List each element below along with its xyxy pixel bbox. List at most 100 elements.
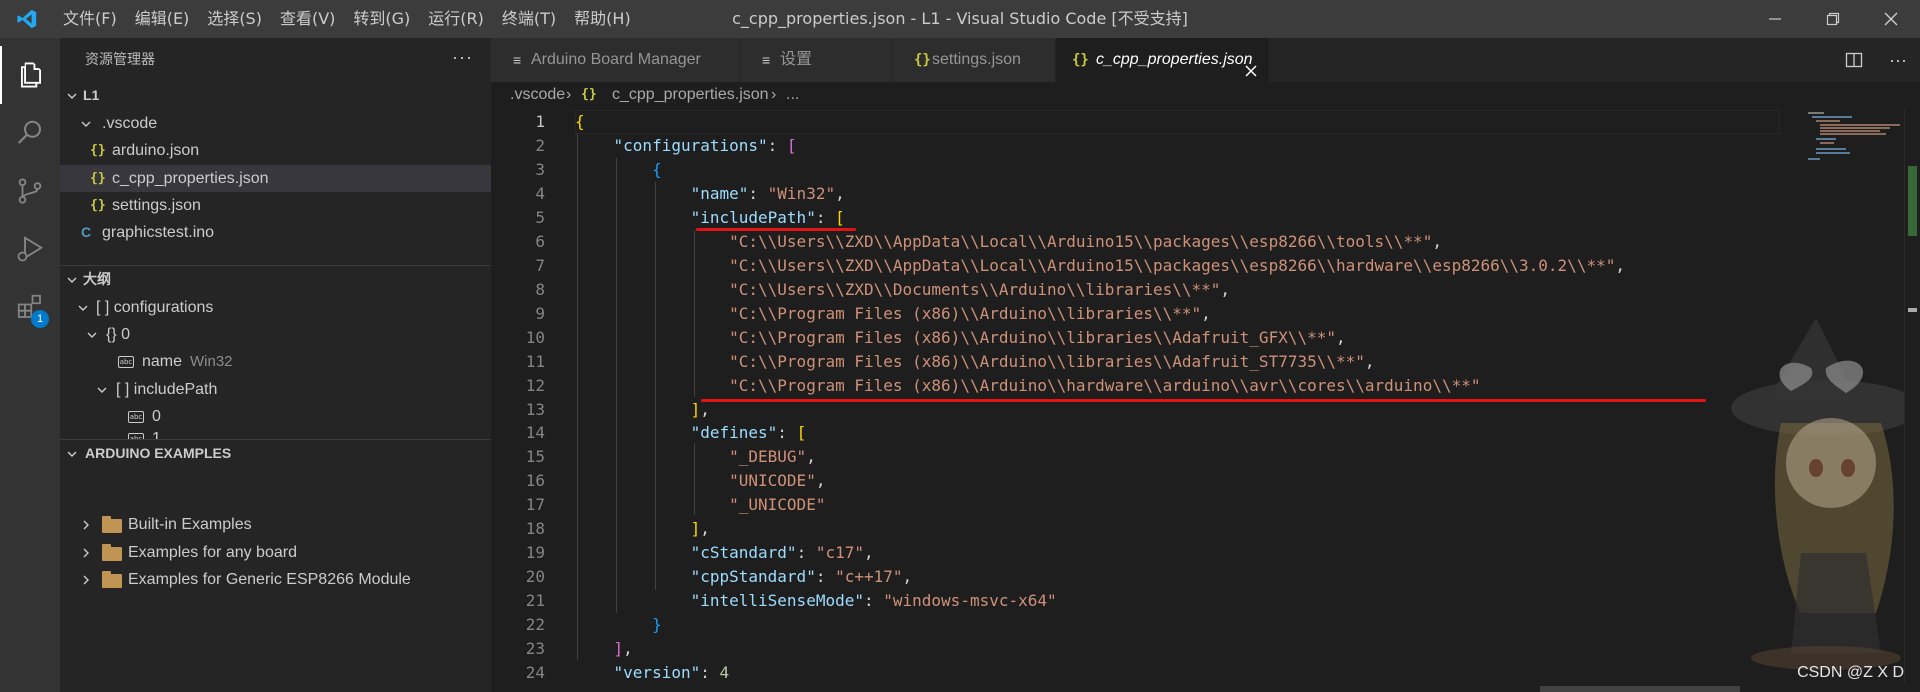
code-line: 23 ], (491, 637, 1791, 661)
ino-file-icon: C (81, 224, 92, 240)
line-number: 4 (535, 184, 545, 203)
tab-label: Arduino Board Manager (531, 51, 701, 68)
json-key: "version" (613, 663, 701, 682)
more-actions-button[interactable]: ··· (1876, 50, 1920, 71)
line-number: 6 (535, 232, 545, 251)
run-debug-icon (17, 236, 44, 262)
breadcrumb-file[interactable]: c_cpp_properties.json (612, 82, 769, 108)
outline-item-path-1[interactable]: abc 1 (60, 430, 491, 439)
menu-run[interactable]: 运行(R) (419, 0, 493, 38)
outline-item-name[interactable]: abc name Win32 (60, 348, 491, 375)
file-settings-json[interactable]: {} settings.json (60, 192, 491, 219)
extensions-activity-button[interactable]: 1 (0, 278, 60, 336)
chevron-right-icon: › (566, 86, 572, 103)
window-controls (1746, 0, 1920, 38)
source-control-activity-button[interactable] (0, 162, 60, 220)
json-string: "_UNICODE" (729, 495, 826, 514)
json-string: "UNICODE" (729, 471, 816, 490)
breadcrumb-folder[interactable]: .vscode (510, 82, 565, 108)
tab-label: settings.json (932, 51, 1021, 68)
menu-selection[interactable]: 选择(S) (198, 0, 271, 38)
minimap-preview (1808, 112, 1900, 160)
vertical-scrollbar[interactable] (1904, 108, 1920, 684)
line-number: 3 (535, 160, 545, 179)
code-line: 4 "name": "Win32", (491, 182, 1791, 206)
menu-help[interactable]: 帮助(H) (565, 0, 640, 38)
file-c-cpp-properties-json[interactable]: {} c_cpp_properties.json (60, 165, 491, 192)
json-string: "Win32" (767, 184, 836, 203)
tab-settings-json[interactable]: {} settings.json (892, 38, 1056, 82)
horizontal-scrollbar[interactable] (1540, 686, 1740, 692)
code-line: 20 "cppStandard": "c++17", (491, 565, 1791, 589)
code-line: 9 "C:\\Program Files (x86)\\Arduino\\lib… (491, 302, 1791, 326)
breadcrumb: .vscode › {} c_cpp_properties.json › ... (491, 82, 1920, 108)
menu-edit[interactable]: 编辑(E) (126, 0, 199, 38)
close-window-button[interactable] (1862, 0, 1920, 38)
string-symbol-icon: abc (118, 356, 134, 368)
chevron-right-icon (78, 511, 94, 538)
folder-vscode[interactable]: .vscode (60, 110, 491, 137)
example-esp8266[interactable]: Examples for Generic ESP8266 Module (60, 566, 491, 593)
tab-arduino-board-manager[interactable]: ≡ Arduino Board Manager (491, 38, 740, 82)
line-number: 19 (525, 543, 545, 562)
run-debug-activity-button[interactable] (0, 220, 60, 278)
search-activity-button[interactable] (0, 104, 60, 162)
folder-l1[interactable]: L1 (60, 82, 491, 109)
json-key: "name" (690, 184, 749, 203)
folder-icon (102, 571, 122, 588)
outline-section-header[interactable]: 大纲 (60, 265, 491, 292)
menu-terminal[interactable]: 终端(T) (493, 0, 565, 38)
outline-item-includepath[interactable]: [ ] includePath (60, 376, 491, 403)
tab-settings-ui[interactable]: ≡ 设置 (740, 38, 892, 82)
minimap[interactable] (1804, 108, 1904, 168)
menu-file[interactable]: 文件(F) (54, 0, 126, 38)
example-label: Built-in Examples (128, 516, 252, 533)
menu-view[interactable]: 查看(V) (271, 0, 344, 38)
outline-label: {} 0 (106, 326, 131, 343)
example-any-board[interactable]: Examples for any board (60, 539, 491, 566)
menu-bar: 文件(F) 编辑(E) 选择(S) 查看(V) 转到(G) 运行(R) 终端(T… (54, 0, 640, 38)
tab-c-cpp-properties-json[interactable]: {} c_cpp_properties.json (1056, 38, 1270, 82)
restore-button[interactable] (1804, 0, 1862, 38)
file-graphicstest-ino[interactable]: C graphicstest.ino (60, 219, 491, 246)
vscode-logo-icon (0, 0, 54, 38)
json-string: "c17" (815, 543, 864, 562)
line-number: 13 (525, 400, 545, 419)
breadcrumb-more[interactable]: ... (786, 82, 799, 108)
code-line: 17 "_UNICODE" (491, 493, 1791, 517)
json-string: "C:\\Users\\ZXD\\AppData\\Local\\Arduino… (729, 256, 1616, 275)
extensions-badge: 1 (31, 310, 49, 328)
split-editor-icon (1845, 52, 1863, 68)
outline-item-configurations[interactable]: [ ] configurations (60, 294, 491, 321)
code-line: 16 "UNICODE", (491, 469, 1791, 493)
menu-go[interactable]: 转到(G) (344, 0, 419, 38)
character-illustration (1731, 318, 1906, 670)
file-arduino-json[interactable]: {} arduino.json (60, 137, 491, 164)
scrollbar-marker (1908, 308, 1917, 312)
arduino-examples-section-header[interactable]: ARDUINO EXAMPLES (60, 439, 491, 466)
sidebar-title: 资源管理器 (85, 51, 155, 67)
sidebar-more-button[interactable]: ··· (452, 38, 473, 80)
code-line: 15 "_DEBUG", (491, 445, 1791, 469)
json-string: "C:\\Program Files (x86)\\Arduino\\libra… (729, 304, 1202, 323)
minimize-button[interactable] (1746, 0, 1804, 38)
json-key: "defines" (690, 423, 778, 442)
code-line: 22 } (491, 613, 1791, 637)
example-built-in[interactable]: Built-in Examples (60, 511, 491, 538)
chevron-down-icon (78, 110, 94, 137)
outline-label: 1 (152, 430, 161, 439)
explorer-activity-button[interactable] (0, 46, 60, 104)
code-line: 1{ (491, 110, 1791, 134)
brace: { (575, 112, 585, 131)
chevron-right-icon (78, 539, 94, 566)
code-line: 5 "includePath": [ (491, 206, 1791, 230)
outline-item-path-0[interactable]: abc 0 (60, 403, 491, 430)
split-editor-button[interactable] (1832, 52, 1876, 68)
outline-detail: Win32 (190, 353, 233, 370)
watermark: CSDN @Z X D (1797, 664, 1904, 681)
outline-item-0[interactable]: {} 0 (60, 321, 491, 348)
line-number: 5 (535, 208, 545, 227)
folder-icon (102, 516, 122, 533)
code-editor[interactable]: 1{ 2 "configurations": [ 3 { 4 "name": "… (491, 108, 1920, 684)
code-line: 10 "C:\\Program Files (x86)\\Arduino\\li… (491, 326, 1791, 350)
